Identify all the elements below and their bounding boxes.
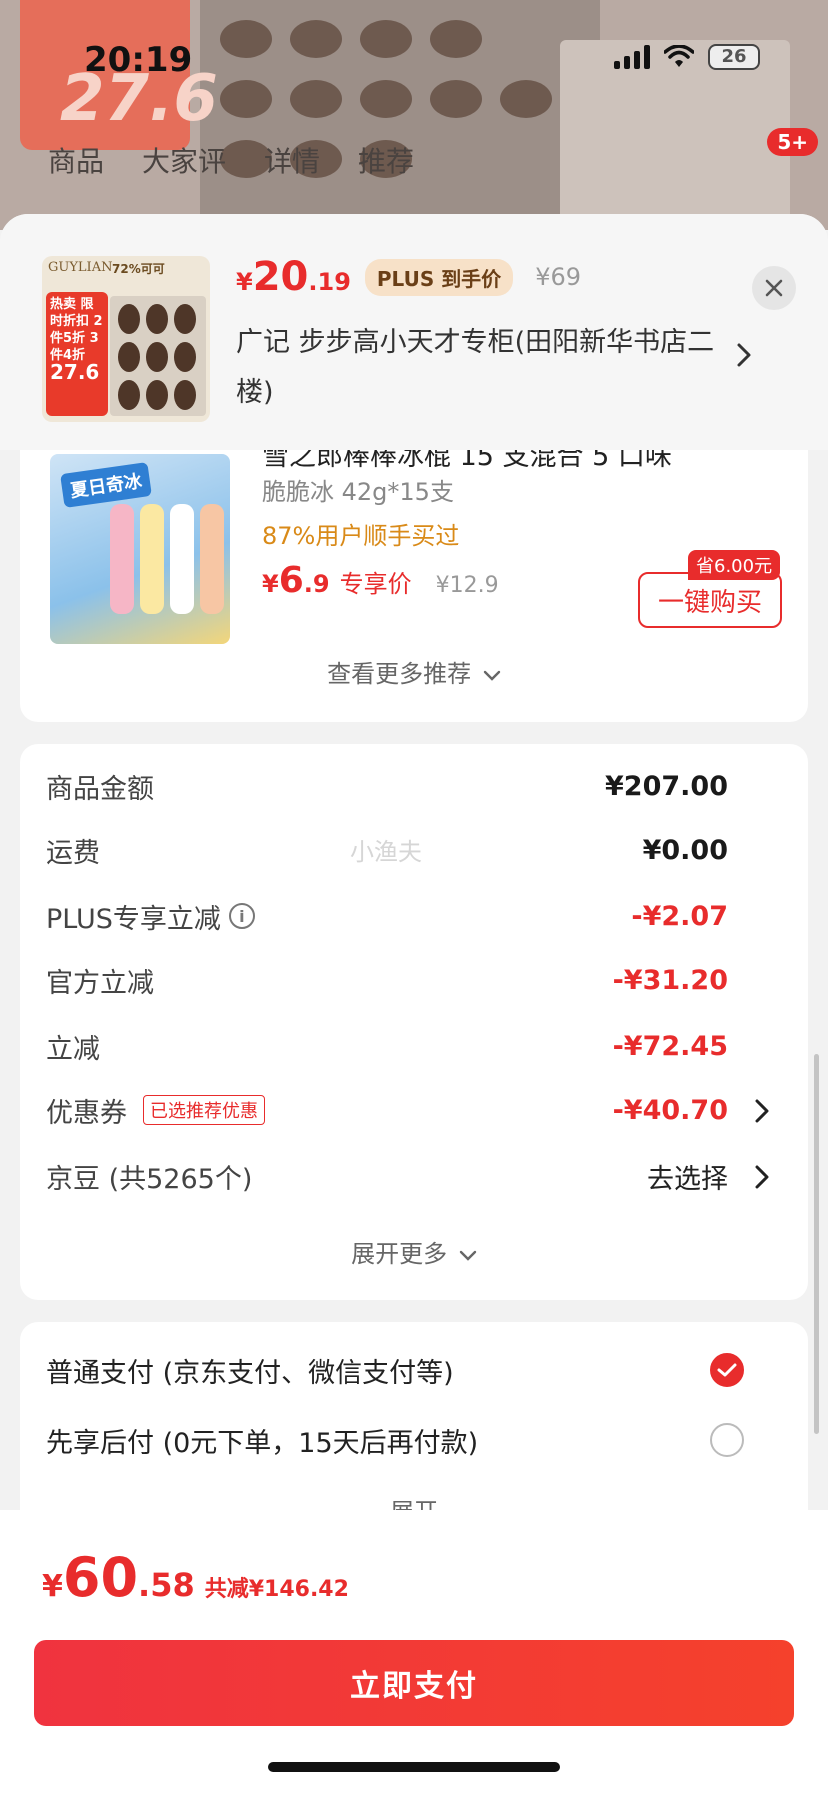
price-original: ¥69 (535, 263, 581, 291)
watermark: 小渔夫 (350, 838, 422, 866)
product-thumbnail: GUYLIAN 72%可可 热卖 限时折扣 2件5折 3件4折 27.6 (42, 256, 210, 422)
thumb-promo: 热卖 限时折扣 2件5折 3件4折 27.6 (46, 292, 108, 416)
summary-row-official-discount: 官方立减 -¥31.20 (46, 964, 728, 999)
thumb-percent: 72%可可 (112, 262, 165, 276)
checkout-footer: ¥60.58 共减¥146.42 立即支付 (0, 1510, 828, 1796)
close-button[interactable] (752, 266, 796, 310)
price-row: ¥20.19 PLUS 到手价 ¥69 (236, 254, 581, 300)
chevron-right-icon[interactable] (754, 1164, 770, 1190)
cart-badge: 5+ (767, 128, 818, 156)
thumb-chocolate-box (110, 296, 206, 416)
recommendation-spec: 脆脆冰 42g*15支 (262, 478, 454, 506)
recommendation-repurchase: 87%用户顺手买过 (262, 522, 460, 550)
chevron-right-icon[interactable] (736, 342, 752, 368)
one-click-buy-button[interactable]: 一键购买 (638, 572, 782, 628)
price-current: ¥20.19 (236, 254, 351, 300)
total-reduction: 共减¥146.42 (204, 1577, 349, 1602)
wifi-icon (664, 45, 694, 67)
background-tab: 大家评 (142, 145, 227, 178)
coupon-tag: 已选推荐优惠 (143, 1095, 265, 1125)
background-tab: 商品 (48, 145, 105, 178)
plus-price-tag: PLUS 到手价 (364, 258, 514, 296)
scrollbar[interactable] (814, 1054, 819, 1434)
status-time: 20:19 (84, 40, 193, 80)
summary-row-goods-amount: 商品金额 ¥207.00 (46, 770, 728, 805)
total-price: ¥60.58 共减¥146.42 (42, 1546, 349, 1609)
radio-unchecked-icon[interactable] (710, 1423, 744, 1457)
payment-option-pay-later[interactable]: 先享后付 (0元下单，15天后再付款) (46, 1418, 786, 1462)
summary-row-instant-discount: 立减 -¥72.45 (46, 1030, 728, 1065)
summary-row-coupon[interactable]: 优惠券 已选推荐优惠 -¥40.70 (46, 1090, 786, 1130)
battery-icon: 26 (708, 44, 760, 70)
recommendation-price-label: 专享价 (339, 570, 412, 598)
summary-row-jd-beans[interactable]: 京豆 (共5265个) 去选择 (46, 1156, 786, 1196)
recommendation-price: ¥6.9 专享价 ¥12.9 (262, 560, 499, 601)
save-tag: 省6.00元 (688, 550, 781, 580)
close-icon (765, 279, 783, 297)
home-indicator[interactable] (268, 1762, 560, 1772)
summary-row-plus-discount: PLUS专享立减 i -¥2.07 (46, 900, 728, 935)
chevron-down-icon (483, 670, 501, 681)
thumb-promo-text: 热卖 限时折扣 2件5折 3件4折 (50, 297, 103, 363)
expand-more-link[interactable]: 展开更多 (20, 1234, 808, 1269)
expand-more-label: 展开更多 (351, 1240, 448, 1268)
recommendation-image-tag: 夏日奇冰 (60, 462, 152, 508)
radio-checked-icon[interactable] (710, 1353, 744, 1387)
chevron-right-icon[interactable] (754, 1098, 770, 1124)
info-icon[interactable]: i (228, 903, 255, 929)
checkout-sheet: GUYLIAN 72%可可 热卖 限时折扣 2件5折 3件4折 27.6 ¥20… (0, 214, 828, 1796)
pay-now-button[interactable]: 立即支付 (34, 1640, 794, 1726)
background-tabs: 商品 大家评 详情 推荐 (48, 140, 414, 180)
background-tab: 详情 (264, 145, 321, 178)
thumb-brand: GUYLIAN (48, 260, 113, 275)
recommendation-original-price: ¥12.9 (435, 573, 499, 598)
more-recommendations-label: 查看更多推荐 (327, 660, 472, 688)
background-tab: 推荐 (358, 145, 415, 178)
sheet-header: GUYLIAN 72%可可 热卖 限时折扣 2件5折 3件4折 27.6 ¥20… (0, 214, 828, 450)
thumb-price: 27.6 (50, 360, 100, 384)
price-summary-card: 商品金额 ¥207.00 运费 ¥0.00 小渔夫 PLUS专享立减 i -¥2.… (20, 744, 808, 1300)
status-icons: 26 (614, 44, 760, 70)
background-page: 27.6 20:19 26 商品 大家评 详情 推荐 5+ (0, 0, 828, 230)
chevron-down-icon (459, 1250, 477, 1261)
payment-option-normal[interactable]: 普通支付 (京东支付、微信支付等) (46, 1348, 786, 1392)
more-recommendations-link[interactable]: 查看更多推荐 (20, 654, 808, 689)
signal-icon (614, 45, 650, 69)
store-name[interactable]: 广记 步步高小天才专柜(田阳新华书店二楼) (236, 318, 716, 418)
background-product-image (200, 0, 600, 230)
recommendation-image: 夏日奇冰 (50, 454, 230, 644)
